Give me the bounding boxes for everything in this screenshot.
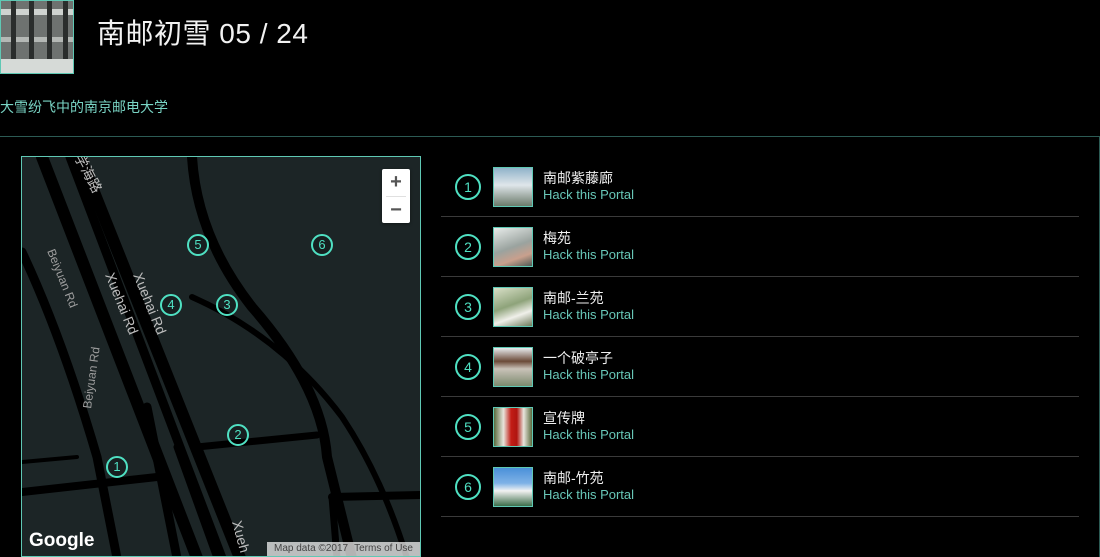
portal-name: 南邮紫藤廊: [543, 170, 613, 186]
road-label-xuehai-cn: 学海路: [71, 157, 105, 195]
list-item: 2 梅苑 Hack this Portal: [441, 217, 1079, 277]
portal-thumbnail[interactable]: [493, 407, 533, 447]
portal-thumbnail[interactable]: [493, 287, 533, 327]
terms-of-use-link[interactable]: Terms of Use: [351, 543, 416, 554]
portal-name: 宣传牌: [543, 410, 585, 426]
mission-description: 大雪纷飞中的南京邮电大学: [0, 99, 168, 115]
map-marker-6[interactable]: 6: [311, 234, 333, 256]
hack-portal-link[interactable]: Hack this Portal: [543, 247, 634, 262]
google-logo: Google: [29, 530, 95, 551]
portal-thumbnail[interactable]: [493, 347, 533, 387]
hack-portal-link[interactable]: Hack this Portal: [543, 307, 634, 322]
map-marker-1[interactable]: 1: [106, 456, 128, 478]
hack-portal-link[interactable]: Hack this Portal: [543, 487, 634, 502]
portal-thumbnail[interactable]: [493, 167, 533, 207]
list-item: 3 南邮-兰苑 Hack this Portal: [441, 277, 1079, 337]
hack-portal-link[interactable]: Hack this Portal: [543, 187, 634, 202]
portal-number: 6: [455, 474, 481, 500]
road-label-xueh: Xueh: [229, 519, 253, 555]
list-item: 1 南邮紫藤廊 Hack this Portal: [441, 157, 1079, 217]
portal-name: 梅苑: [543, 230, 571, 246]
list-item: 6 南邮-竹苑 Hack this Portal: [441, 457, 1079, 517]
portal-number: 5: [455, 414, 481, 440]
zoom-in-button[interactable]: +: [382, 169, 410, 196]
hack-portal-link[interactable]: Hack this Portal: [543, 427, 634, 442]
map[interactable]: Xuehai Rd Xuehai Rd Beiyuan Rd Beiyuan R…: [21, 156, 421, 557]
road-label-beiyuan-1: Beiyuan Rd: [44, 247, 80, 310]
portal-number: 2: [455, 234, 481, 260]
portal-name: 一个破亭子: [543, 350, 613, 366]
zoom-controls: + −: [382, 169, 410, 223]
portal-thumbnail[interactable]: [493, 227, 533, 267]
map-data-text: Map data ©2017: [274, 543, 349, 554]
hack-portal-link[interactable]: Hack this Portal: [543, 367, 634, 382]
map-marker-2[interactable]: 2: [227, 424, 249, 446]
portal-thumbnail[interactable]: [493, 467, 533, 507]
zoom-out-button[interactable]: −: [382, 197, 410, 224]
list-item: 5 宣传牌 Hack this Portal: [441, 397, 1079, 457]
portal-list: 1 南邮紫藤廊 Hack this Portal 2 梅苑 Hack this …: [441, 157, 1079, 517]
list-item: 4 一个破亭子 Hack this Portal: [441, 337, 1079, 397]
road-label-beiyuan-2: Beiyuan Rd: [80, 346, 102, 409]
map-marker-4[interactable]: 4: [160, 294, 182, 316]
portal-name: 南邮-竹苑: [543, 470, 604, 486]
mission-title: 南邮初雪 05 / 24: [97, 18, 309, 49]
portal-number: 4: [455, 354, 481, 380]
mission-thumbnail: [0, 0, 74, 74]
map-marker-3[interactable]: 3: [216, 294, 238, 316]
map-labels: Xuehai Rd Xuehai Rd Beiyuan Rd Beiyuan R…: [44, 157, 253, 555]
map-marker-5[interactable]: 5: [187, 234, 209, 256]
portal-number: 3: [455, 294, 481, 320]
portal-name: 南邮-兰苑: [543, 290, 604, 306]
portal-number: 1: [455, 174, 481, 200]
map-attribution: Map data ©2017 Terms of Use: [267, 542, 420, 556]
